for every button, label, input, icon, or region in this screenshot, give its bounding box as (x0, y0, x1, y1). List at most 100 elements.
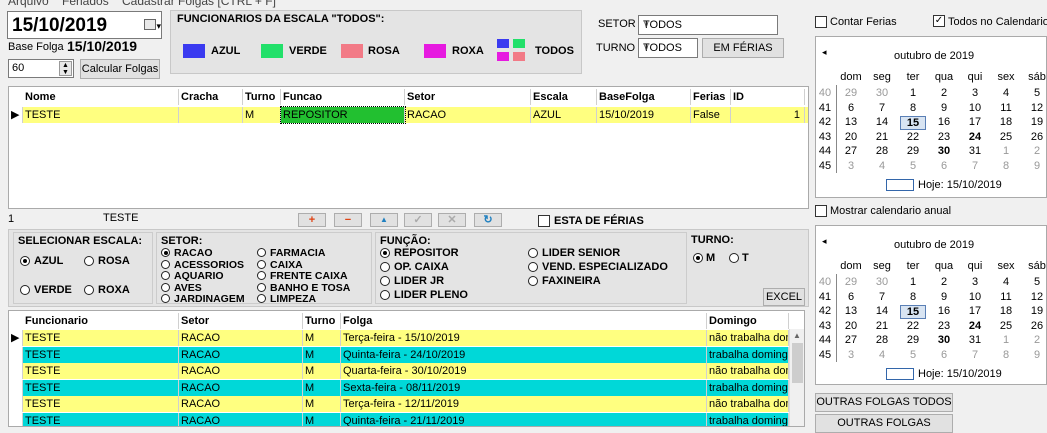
radio-rosa[interactable] (84, 256, 94, 266)
folgas-grid-cell[interactable]: não trabalha domingo (707, 363, 789, 379)
table-row[interactable]: TESTE RACAO M Quarta-feira - 30/10/2019 não … (9, 363, 789, 379)
radio-funcao-option[interactable] (528, 262, 538, 272)
calendar-day[interactable]: 11 (993, 102, 1019, 114)
top-grid-cell[interactable] (179, 107, 243, 123)
contar-ferias-checkbox[interactable] (815, 16, 827, 28)
radio-funcao-option[interactable] (380, 276, 390, 286)
folgas-grid-cell[interactable]: Terça-feira - 15/10/2019 (341, 330, 707, 346)
folgas-grid-header-cell[interactable]: Funcionario (23, 313, 179, 329)
calendar-day[interactable]: 27 (838, 145, 864, 157)
radio-setor-option[interactable] (161, 248, 170, 257)
radio-verde[interactable] (20, 285, 30, 295)
calendar-day[interactable]: 12 (1024, 291, 1046, 303)
folgas-grid-cell[interactable]: TESTE (23, 363, 179, 379)
folgas-grid-cell[interactable]: RACAO (179, 412, 303, 426)
folgas-grid-cell[interactable]: TESTE (23, 412, 179, 426)
calendar-day[interactable]: 13 (838, 116, 864, 128)
folgas-grid-cell[interactable]: Quinta-feira - 24/10/2019 (341, 346, 707, 363)
calendar-day[interactable]: 6 (838, 102, 864, 114)
menu-feriados[interactable]: Feriados (62, 0, 109, 8)
calendar-day[interactable]: 13 (838, 305, 864, 317)
days-stepper[interactable]: 60 ▲ ▼ (8, 59, 74, 78)
calendar-day[interactable]: 25 (993, 131, 1019, 143)
radio-setor-option[interactable] (257, 248, 266, 257)
calendar-day[interactable]: 10 (962, 102, 988, 114)
calendar-day[interactable]: 4 (869, 160, 895, 172)
excel-button[interactable]: EXCEL (763, 288, 805, 306)
calendar-day[interactable]: 16 (931, 116, 957, 128)
calendar-day[interactable]: 19 (1024, 305, 1046, 317)
folgas-grid-cell[interactable]: Terça-feira - 12/11/2019 (341, 396, 707, 412)
calendar-day[interactable]: 31 (962, 145, 988, 157)
calendar-day[interactable]: 12 (1024, 102, 1046, 114)
calendar-day[interactable]: 27 (838, 334, 864, 346)
calendar-day[interactable]: 29 (838, 276, 864, 288)
calendar-day[interactable]: 8 (900, 291, 926, 303)
menu-cadastrar-folgas[interactable]: Cadastrar Folgas [CTRL + F] (122, 0, 276, 8)
move-up-button[interactable]: ▲ (370, 213, 398, 227)
calendar-day[interactable]: 29 (900, 334, 926, 346)
calendar-day[interactable]: 4 (869, 349, 895, 361)
calcular-folgas-button[interactable]: Calcular Folgas (80, 59, 160, 79)
esta-ferias-checkbox[interactable] (538, 215, 550, 227)
folgas-grid-cell[interactable]: TESTE (23, 346, 179, 363)
calendar-day[interactable]: 14 (869, 116, 895, 128)
calendar-day[interactable]: 3 (838, 349, 864, 361)
radio-azul[interactable] (20, 256, 30, 266)
prev-month-icon[interactable]: ◂ (822, 236, 827, 247)
folgas-grid-cell[interactable]: M (303, 379, 341, 396)
folgas-grid-cell[interactable]: TESTE (23, 379, 179, 396)
radio-funcao-option[interactable] (380, 290, 390, 300)
outras-folgas-button[interactable]: OUTRAS FOLGAS (815, 414, 953, 433)
calendar-day[interactable]: 25 (993, 320, 1019, 332)
folgas-grid-cell[interactable]: TESTE (23, 330, 179, 346)
calendar-day[interactable]: 24 (962, 320, 988, 332)
calendar-day[interactable]: 20 (838, 131, 864, 143)
calendar-day[interactable]: 2 (931, 87, 957, 99)
calendar-day[interactable]: 29 (900, 145, 926, 157)
calendar-day[interactable]: 15 (900, 305, 926, 319)
calendar-day[interactable]: 6 (838, 291, 864, 303)
calendar-day[interactable]: 7 (962, 349, 988, 361)
calendar-day[interactable]: 6 (931, 160, 957, 172)
calendar-day[interactable]: 23 (931, 320, 957, 332)
top-grid-cell[interactable]: RACAO (405, 107, 531, 123)
calendar-day[interactable]: 6 (931, 349, 957, 361)
radio-turno-m[interactable] (693, 253, 703, 263)
calendar-day[interactable]: 29 (838, 87, 864, 99)
calendar-day[interactable]: 7 (869, 291, 895, 303)
stepper-arrows-icon[interactable]: ▲ ▼ (59, 61, 72, 76)
top-grid-cell[interactable]: TESTE (23, 107, 179, 123)
radio-setor-option[interactable] (161, 294, 170, 303)
calendar-day[interactable]: 5 (900, 160, 926, 172)
radio-setor-option[interactable] (257, 259, 266, 269)
calendar-day[interactable]: 28 (869, 334, 895, 346)
calendar-day[interactable]: 7 (962, 160, 988, 172)
calendar-day[interactable]: 8 (993, 160, 1019, 172)
date-picker[interactable]: 15/10/2019 ▾ (7, 11, 162, 39)
calendar-day[interactable]: 24 (962, 131, 988, 143)
calendar-day[interactable]: 21 (869, 320, 895, 332)
folgas-scrollbar[interactable]: ▲ (789, 329, 804, 426)
calendar-day[interactable]: 1 (993, 334, 1019, 346)
folgas-grid-cell[interactable]: não trabalha domingo (707, 330, 789, 346)
table-row[interactable]: ▶ TESTE M REPOSITOR RACAO AZUL 15/10/2019 False… (9, 106, 808, 124)
scroll-thumb[interactable] (792, 343, 803, 383)
radio-setor-option[interactable] (257, 294, 266, 303)
folgas-grid-cell[interactable]: trabalha domingo (707, 379, 789, 396)
menu-arquivo[interactable]: Arquivo (8, 0, 49, 8)
calendar-day[interactable]: 10 (962, 291, 988, 303)
radio-setor-option[interactable] (161, 282, 170, 292)
top-grid-header-cell[interactable]: Cracha (179, 89, 243, 105)
calendar-day[interactable]: 4 (993, 87, 1019, 99)
calendar-day[interactable]: 2 (1024, 334, 1046, 346)
radio-funcao-option[interactable] (380, 248, 390, 258)
top-grid-header-cell[interactable]: BaseFolga (597, 89, 691, 105)
prev-month-icon[interactable]: ◂ (822, 47, 827, 58)
radio-setor-option[interactable] (257, 271, 266, 280)
calendar-day[interactable]: 2 (1024, 145, 1046, 157)
calendar-today[interactable]: Hoje: 15/10/2019 (918, 179, 1002, 191)
calendar-day[interactable]: 1 (900, 276, 926, 288)
radio-funcao-option[interactable] (528, 276, 538, 286)
top-grid-cell[interactable]: AZUL (531, 107, 597, 123)
